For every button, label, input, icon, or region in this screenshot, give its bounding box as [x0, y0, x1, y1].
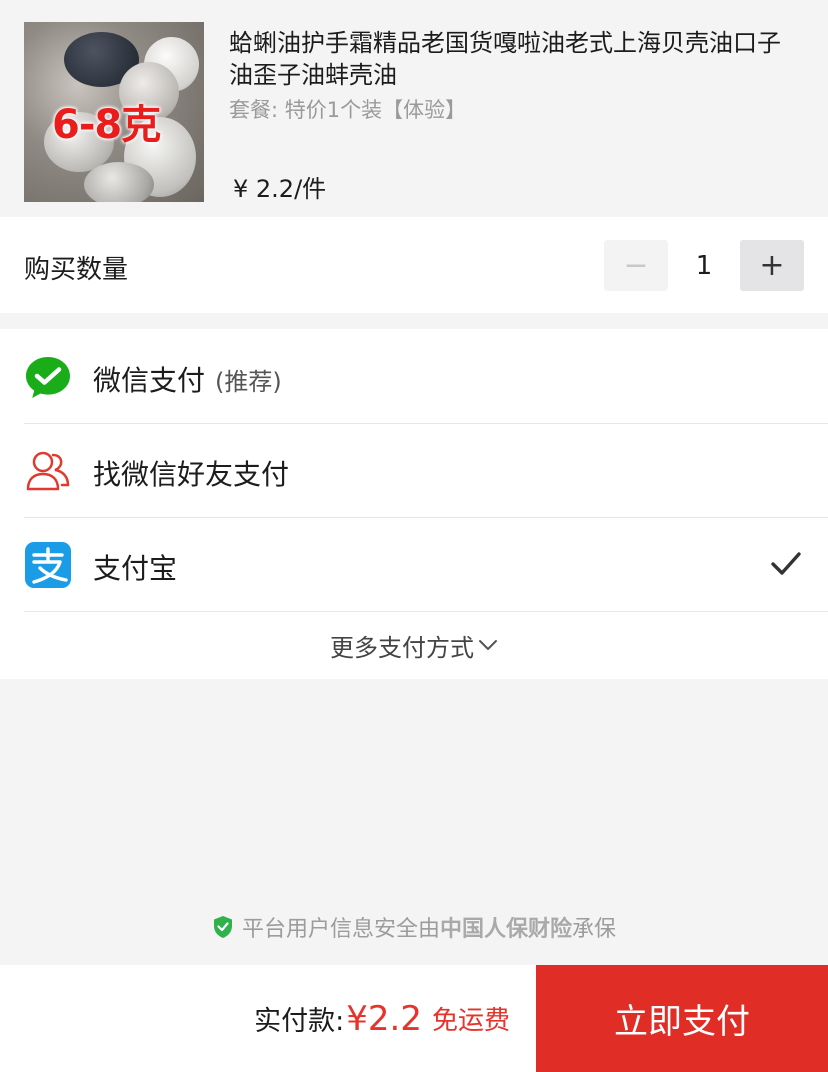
total-label: 实付款: [254, 1006, 345, 1037]
more-payment-methods-button[interactable]: 更多支付方式 [0, 611, 828, 679]
selected-check-icon [770, 547, 802, 579]
quantity-value: 1 [695, 250, 713, 281]
total-summary: 实付款: ¥2.2 免运费 [0, 965, 536, 1072]
product-card: 6-8克 蛤蜊油护手霜精品老国货嘎啦油老式上海贝壳油口子油歪子油蚌壳油 套餐: … [0, 0, 828, 217]
recommended-hint: (推荐) [215, 368, 282, 396]
product-title: 蛤蜊油护手霜精品老国货嘎啦油老式上海贝壳油口子油歪子油蚌壳油 [229, 29, 781, 89]
friends-icon [24, 447, 72, 495]
product-thumbnail[interactable]: 6-8克 [24, 22, 204, 202]
product-price: ¥ 2.2/件 [233, 175, 327, 203]
security-suffix: 承保 [572, 917, 617, 942]
alipay-icon [24, 541, 72, 589]
wechat-pay-icon [24, 353, 72, 401]
security-note: 平台用户信息安全由 中国人保财险 承保 [0, 910, 828, 944]
payment-methods: 微信支付 (推荐) 找微信好友支付 支付宝 更多支付方式 [0, 329, 828, 679]
chevron-down-icon [479, 640, 497, 650]
insurer-name: 中国人保财险 [439, 917, 572, 942]
total-amount: ¥2.2 [346, 998, 422, 1039]
more-payment-label: 更多支付方式 [330, 633, 474, 662]
pay-now-button[interactable]: 立即支付 [536, 965, 828, 1072]
security-prefix: 平台用户信息安全由 [241, 917, 440, 942]
quantity-increase-button[interactable]: + [740, 240, 804, 291]
payment-option-friend[interactable]: 找微信好友支付 [0, 423, 828, 517]
quantity-decrease-button[interactable]: − [604, 240, 668, 291]
thumbnail-weight-label: 6-8克 [52, 102, 161, 148]
quantity-row: 购买数量 − 1 + [0, 217, 828, 313]
checkout-bar: 实付款: ¥2.2 免运费 立即支付 [0, 965, 828, 1072]
shipping-label: 免运费 [431, 1006, 510, 1036]
product-spec: 套餐: 特价1个装【体验】 [229, 98, 467, 122]
shield-check-icon [213, 916, 232, 938]
payment-option-label: 微信支付 [93, 364, 206, 397]
payment-option-label: 支付宝 [93, 552, 178, 585]
quantity-label: 购买数量 [24, 255, 129, 285]
payment-option-label: 找微信好友支付 [93, 458, 290, 491]
payment-option-alipay[interactable]: 支付宝 [0, 517, 828, 611]
payment-option-wechat[interactable]: 微信支付 (推荐) [0, 329, 828, 423]
